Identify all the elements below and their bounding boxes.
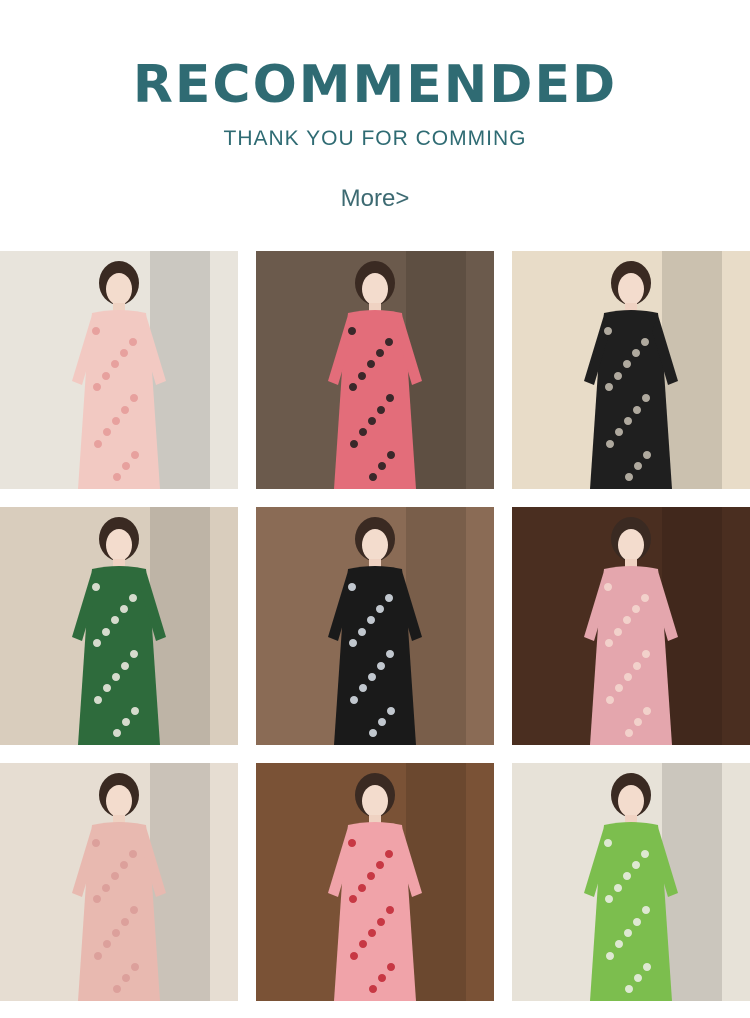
product-card[interactable] — [512, 763, 750, 1001]
product-card[interactable] — [512, 507, 750, 745]
product-card[interactable] — [256, 507, 494, 745]
black-lace-collar-dress-photo — [256, 507, 494, 745]
section-subtitle: THANK YOU FOR COMMING — [223, 127, 527, 150]
more-link[interactable]: More> — [341, 185, 410, 212]
pink-floral-qipao-dress-photo — [0, 251, 238, 489]
product-card[interactable] — [0, 763, 238, 1001]
pink-blouse-black-skirt-photo — [256, 251, 494, 489]
pink-floral-qipao-cardigan-photo — [0, 763, 238, 1001]
product-grid — [0, 251, 750, 1001]
product-card[interactable] — [0, 251, 238, 489]
product-card[interactable] — [512, 251, 750, 489]
more-link-row: More> — [0, 185, 750, 213]
product-card[interactable] — [256, 763, 494, 1001]
product-card[interactable] — [256, 251, 494, 489]
product-card[interactable] — [0, 507, 238, 745]
green-qipao-top-lily-photo — [512, 763, 750, 1001]
green-velvet-lace-collar-dress-photo — [0, 507, 238, 745]
pink-qipao-sheer-sleeve-photo — [512, 507, 750, 745]
black-brocade-qipao-fur-photo — [512, 251, 750, 489]
recommended-header: RECOMMENDED THANK YOU FOR COMMING More> — [0, 0, 750, 250]
section-title: RECOMMENDED — [132, 55, 618, 115]
rose-print-qipao-velvet-jacket-photo — [256, 763, 494, 1001]
